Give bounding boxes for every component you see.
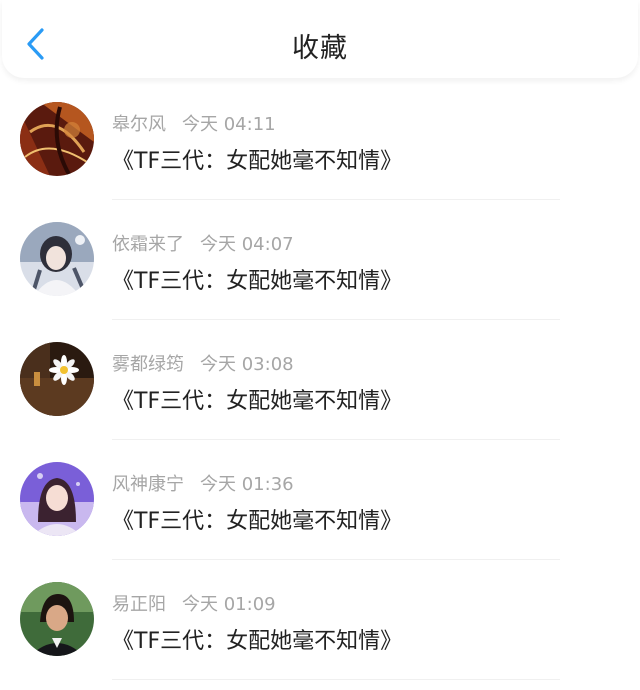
- favorite-title[interactable]: 《TF三代：女配她毫不知情》: [112, 503, 402, 535]
- username[interactable]: 依霜来了: [112, 234, 184, 255]
- username[interactable]: 雾都绿筠: [112, 354, 184, 375]
- timestamp: 今天 03:08: [200, 354, 294, 375]
- favorites-page: 收藏 皋尔风 今天 04:11 《TF三代：女配她毫不知情》 依霜来了 今天 0…: [0, 0, 640, 690]
- top-navigation-bar: 收藏: [2, 0, 638, 78]
- list-item[interactable]: 皋尔风 今天 04:11 《TF三代：女配她毫不知情》: [0, 80, 640, 200]
- favorite-title[interactable]: 《TF三代：女配她毫不知情》: [112, 623, 402, 655]
- page-title: 收藏: [292, 33, 348, 64]
- avatar[interactable]: [20, 222, 94, 296]
- list-item[interactable]: 雾都绿筠 今天 03:08 《TF三代：女配她毫不知情》: [0, 320, 640, 440]
- timestamp: 今天 01:09: [182, 594, 276, 615]
- list-item[interactable]: 依霜来了 今天 04:07 《TF三代：女配她毫不知情》: [0, 200, 640, 320]
- timestamp: 今天 04:11: [182, 114, 276, 135]
- avatar[interactable]: [20, 582, 94, 656]
- item-meta: 皋尔风 今天 04:11: [112, 110, 276, 136]
- item-meta: 易正阳 今天 01:09: [112, 590, 276, 616]
- username[interactable]: 风神康宁: [112, 474, 184, 495]
- favorite-title[interactable]: 《TF三代：女配她毫不知情》: [112, 383, 402, 415]
- avatar[interactable]: [20, 102, 94, 176]
- avatar[interactable]: [20, 342, 94, 416]
- username[interactable]: 易正阳: [112, 594, 166, 615]
- item-meta: 雾都绿筠 今天 03:08: [112, 350, 294, 376]
- list-item[interactable]: 风神康宁 今天 01:36 《TF三代：女配她毫不知情》: [0, 440, 640, 560]
- username[interactable]: 皋尔风: [112, 114, 166, 135]
- list-item[interactable]: 易正阳 今天 01:09 《TF三代：女配她毫不知情》: [0, 560, 640, 680]
- favorite-title[interactable]: 《TF三代：女配她毫不知情》: [112, 263, 402, 295]
- timestamp: 今天 04:07: [200, 234, 294, 255]
- item-meta: 风神康宁 今天 01:36: [112, 470, 294, 496]
- avatar[interactable]: [20, 462, 94, 536]
- item-meta: 依霜来了 今天 04:07: [112, 230, 294, 256]
- favorites-list: 皋尔风 今天 04:11 《TF三代：女配她毫不知情》 依霜来了 今天 04:0…: [0, 80, 640, 680]
- timestamp: 今天 01:36: [200, 474, 294, 495]
- favorite-title[interactable]: 《TF三代：女配她毫不知情》: [112, 143, 402, 175]
